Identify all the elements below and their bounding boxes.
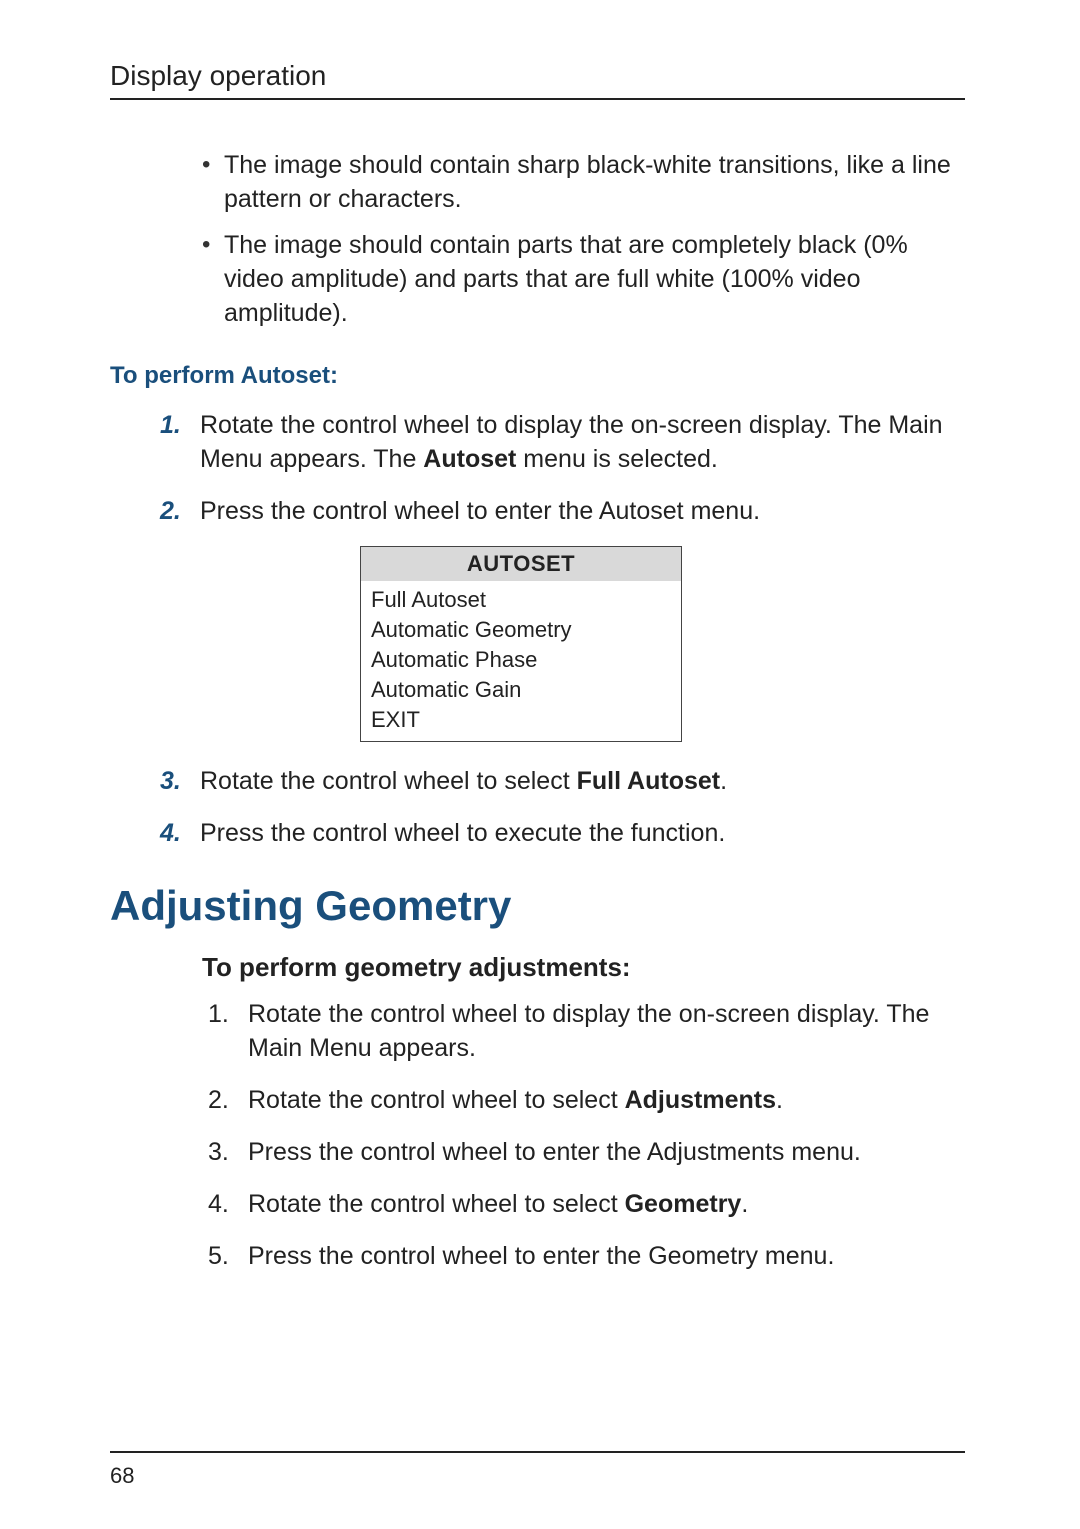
text-fragment: . [720,767,727,795]
geom-step-4: 4. Rotate the control wheel to select Ge… [208,1187,965,1221]
page-number: 68 [110,1463,965,1489]
step-number: 2. [160,494,200,528]
text-fragment: Rotate the control wheel to select [248,1190,625,1218]
step-number: 5. [208,1239,248,1273]
step-1: 1. Rotate the control wheel to display t… [160,408,965,476]
menu-item: Automatic Geometry [371,615,671,645]
menu-body: Full Autoset Automatic Geometry Automati… [361,581,681,741]
text-fragment: . [741,1190,748,1218]
menu-item: Automatic Phase [371,645,671,675]
text-fragment: Rotate the control wheel to select [248,1086,625,1114]
step-text: Press the control wheel to enter the Geo… [248,1239,834,1273]
geom-step-5: 5. Press the control wheel to enter the … [208,1239,965,1273]
page: Display operation • The image should con… [0,0,1080,1529]
step-text: Rotate the control wheel to display the … [248,997,965,1065]
geometry-steps: 1. Rotate the control wheel to display t… [208,997,965,1273]
step-number: 1. [208,997,248,1065]
step-text: Press the control wheel to enter the Adj… [248,1135,861,1169]
bold-text: Geometry [625,1190,742,1218]
geom-step-2: 2. Rotate the control wheel to select Ad… [208,1083,965,1117]
step-text: Press the control wheel to enter the Aut… [200,494,760,528]
menu-item: Full Autoset [371,585,671,615]
section-title: Display operation [110,60,965,92]
step-number: 4. [160,816,200,850]
text-fragment: . [776,1086,783,1114]
bullet-text: The image should contain sharp black-whi… [224,148,965,216]
step-text: Rotate the control wheel to select Geome… [248,1187,748,1221]
step-text: Rotate the control wheel to select Full … [200,764,727,798]
bold-text: Autoset [423,445,516,473]
geom-step-3: 3. Press the control wheel to enter the … [208,1135,965,1169]
autoset-menu-box: AUTOSET Full Autoset Automatic Geometry … [360,546,682,742]
geom-step-1: 1. Rotate the control wheel to display t… [208,997,965,1065]
page-header: Display operation [110,60,965,100]
menu-item: Automatic Gain [371,675,671,705]
step-4: 4. Press the control wheel to execute th… [160,816,965,850]
step-number: 4. [208,1187,248,1221]
bullet-item: • The image should contain sharp black-w… [202,148,965,216]
bullet-text: The image should contain parts that are … [224,228,965,330]
step-number: 2. [208,1083,248,1117]
step-text: Press the control wheel to execute the f… [200,816,725,850]
adjusting-geometry-heading: Adjusting Geometry [110,882,965,930]
step-number: 3. [208,1135,248,1169]
step-text: Rotate the control wheel to select Adjus… [248,1083,783,1117]
autoset-steps: 1. Rotate the control wheel to display t… [160,408,965,850]
text-fragment: Rotate the control wheel to select [200,767,577,795]
menu-item: EXIT [371,705,671,735]
step-3: 3. Rotate the control wheel to select Fu… [160,764,965,798]
menu-title: AUTOSET [361,547,681,581]
step-number: 1. [160,408,200,476]
bullet-item: • The image should contain parts that ar… [202,228,965,330]
geometry-sub-heading: To perform geometry adjustments: [202,952,965,983]
autoset-heading: To perform Autoset: [110,362,965,390]
page-footer: 68 [110,1451,965,1489]
bullet-icon: • [202,148,224,216]
step-2: 2. Press the control wheel to enter the … [160,494,965,528]
step-number: 3. [160,764,200,798]
bullet-icon: • [202,228,224,330]
step-text: Rotate the control wheel to display the … [200,408,965,476]
bold-text: Adjustments [625,1086,776,1114]
intro-bullets: • The image should contain sharp black-w… [202,148,965,330]
bold-text: Full Autoset [577,767,721,795]
content: • The image should contain sharp black-w… [110,148,965,1411]
text-fragment: menu is selected. [516,445,718,473]
